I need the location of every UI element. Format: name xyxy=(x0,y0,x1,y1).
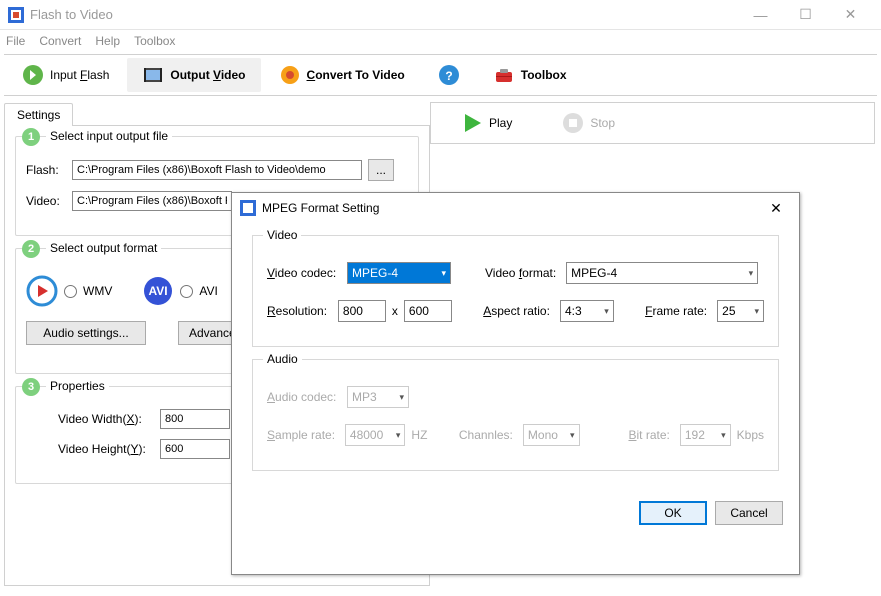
dialog-titlebar: MPEG Format Setting ✕ xyxy=(232,193,799,223)
audio-settings-button[interactable]: Audio settings... xyxy=(26,321,146,345)
close-button[interactable]: ✕ xyxy=(828,1,873,29)
output-video-icon xyxy=(142,64,164,86)
audio-legend: Audio xyxy=(263,352,302,366)
maximize-button[interactable]: ☐ xyxy=(783,1,828,29)
toolbox-icon xyxy=(493,64,515,86)
resolution-x: x xyxy=(392,304,398,318)
stop-button[interactable]: Stop xyxy=(562,112,615,134)
wmv-icon xyxy=(26,275,58,307)
wmv-label: WMV xyxy=(83,284,112,298)
play-button[interactable]: Play xyxy=(461,112,512,134)
wmv-radio[interactable] xyxy=(64,285,77,298)
menu-convert[interactable]: Convert xyxy=(39,34,81,48)
help-icon: ? xyxy=(438,64,460,86)
tab-settings[interactable]: Settings xyxy=(4,103,73,126)
video-format-combo[interactable]: MPEG-4▾ xyxy=(566,262,758,284)
resolution-height-input[interactable] xyxy=(404,300,452,322)
svg-text:?: ? xyxy=(445,69,452,83)
dialog-close-button[interactable]: ✕ xyxy=(761,200,791,217)
menu-help[interactable]: Help xyxy=(95,34,120,48)
channels-label: Channles: xyxy=(459,428,513,442)
input-flash-button[interactable]: Input Flash xyxy=(7,58,124,92)
output-video-button[interactable]: Output Video xyxy=(127,58,260,92)
menu-file[interactable]: File xyxy=(6,34,25,48)
group-title-3: Properties xyxy=(46,379,109,393)
menu-toolbox[interactable]: Toolbox xyxy=(134,34,175,48)
aspect-ratio-combo[interactable]: 4:3▾ xyxy=(560,300,614,322)
play-icon xyxy=(461,112,483,134)
flash-label: Flash: xyxy=(26,163,66,177)
resolution-width-input[interactable] xyxy=(338,300,386,322)
ok-button[interactable]: OK xyxy=(639,501,707,525)
tab-row: Settings xyxy=(4,102,430,126)
bitrate-combo: 192▾ xyxy=(680,424,731,446)
avi-icon: AVI xyxy=(142,275,174,307)
step-badge-3: 3 xyxy=(22,378,40,396)
main-toolbar: Input Flash Output Video Convert To Vide… xyxy=(4,54,877,96)
stop-icon xyxy=(562,112,584,134)
video-legend: Video xyxy=(263,228,301,242)
sample-rate-combo: 48000▾ xyxy=(345,424,406,446)
video-label: Video: xyxy=(26,194,66,208)
step-badge-2: 2 xyxy=(22,240,40,258)
channels-combo: Mono▾ xyxy=(523,424,580,446)
kbps-label: Kbps xyxy=(737,428,764,442)
group-title-2: Select output format xyxy=(46,241,161,255)
window-titlebar: Flash to Video — ☐ ✕ xyxy=(0,0,881,30)
input-flash-icon xyxy=(22,64,44,86)
hz-label: HZ xyxy=(411,428,427,442)
video-path-input[interactable] xyxy=(72,191,232,211)
convert-icon xyxy=(279,64,301,86)
dialog-title: MPEG Format Setting xyxy=(262,201,761,215)
video-height-input[interactable] xyxy=(160,439,230,459)
cancel-button[interactable]: Cancel xyxy=(715,501,783,525)
toolbox-button[interactable]: Toolbox xyxy=(478,58,582,92)
audio-codec-combo: MP3▾ xyxy=(347,386,409,408)
audio-fieldset: Audio Audio codec: MP3▾ Sample rate: 480… xyxy=(252,359,779,471)
menubar: File Convert Help Toolbox xyxy=(0,30,881,52)
window-title: Flash to Video xyxy=(30,7,738,22)
group-title-1: Select input output file xyxy=(46,129,172,143)
help-icon-button[interactable]: ? xyxy=(423,58,475,92)
flash-browse-button[interactable]: ... xyxy=(368,159,394,181)
avi-label: AVI xyxy=(199,284,217,298)
video-width-input[interactable] xyxy=(160,409,230,429)
toolbox-label: Toolbox xyxy=(521,68,567,82)
step-badge-1: 1 xyxy=(22,128,40,146)
convert-to-video-button[interactable]: Convert To Video xyxy=(264,58,420,92)
flash-path-input[interactable] xyxy=(72,160,362,180)
playback-area: Play Stop xyxy=(430,102,875,144)
minimize-button[interactable]: — xyxy=(738,1,783,29)
dialog-icon xyxy=(240,200,256,216)
frame-rate-combo[interactable]: 25▾ xyxy=(717,300,764,322)
video-codec-combo[interactable]: MPEG-4▾ xyxy=(347,262,451,284)
app-icon xyxy=(8,7,24,23)
avi-radio[interactable] xyxy=(180,285,193,298)
video-fieldset: Video Video codec: MPEG-4▾ Video format:… xyxy=(252,235,779,347)
mpeg-format-dialog: MPEG Format Setting ✕ Video Video codec:… xyxy=(231,192,800,575)
svg-text:AVI: AVI xyxy=(149,284,168,298)
